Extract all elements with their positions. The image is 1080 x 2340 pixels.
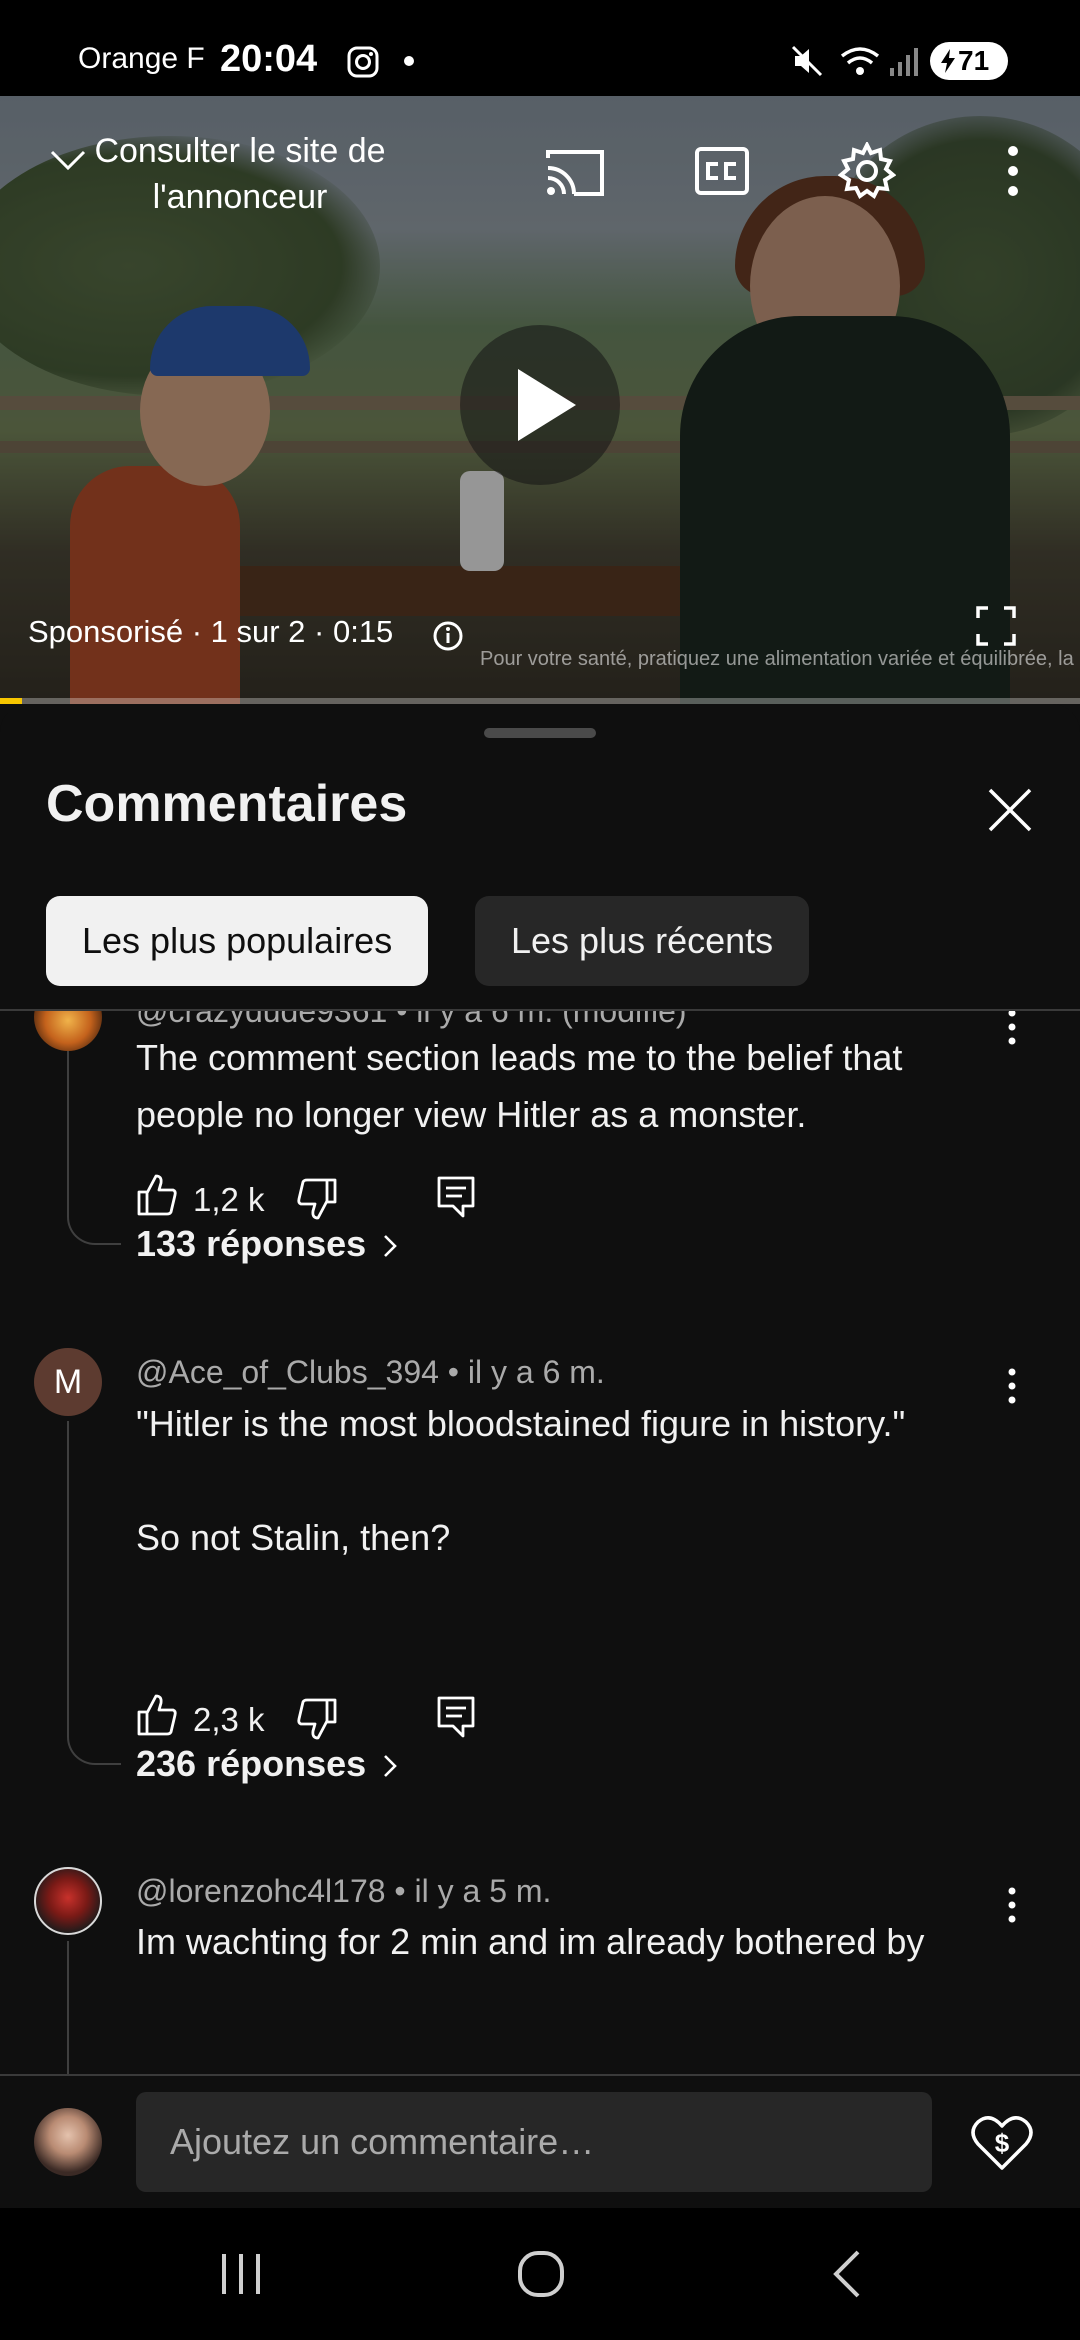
- comment-composer: $: [0, 2074, 1080, 2208]
- play-icon: [518, 369, 576, 441]
- closed-captions-icon[interactable]: [694, 146, 750, 196]
- comment-text: The comment section leads me to the beli…: [136, 1037, 903, 1135]
- chip-most-recent[interactable]: Les plus récents: [475, 896, 810, 986]
- svg-text:$: $: [995, 2128, 1010, 2158]
- user-avatar[interactable]: [34, 2108, 102, 2176]
- battery-icon: 71: [930, 42, 1008, 80]
- comment-actions: 2,3 k: [136, 1693, 536, 1743]
- notification-dot-icon: [404, 56, 414, 66]
- info-icon[interactable]: [432, 620, 464, 652]
- comment-text-line-2: So not Stalin, then?: [136, 1517, 451, 1558]
- advertiser-link[interactable]: Consulter le site de l'annonceur: [70, 128, 410, 220]
- recent-apps-icon[interactable]: [216, 2248, 266, 2300]
- home-icon[interactable]: [516, 2248, 566, 2300]
- comment-meta: @lorenzohc4l178 • il y a 5 m.: [136, 1873, 552, 1909]
- avatar[interactable]: [34, 1867, 102, 1935]
- comment-meta: @Ace_of_Clubs_394 • il y a 6 m.: [136, 1354, 605, 1390]
- charging-bolt-icon: [941, 49, 955, 73]
- avatar[interactable]: [34, 1011, 102, 1051]
- video-progress-fill: [0, 698, 22, 704]
- comment-text: "Hitler is the most bloodstained figure …: [136, 1403, 906, 1444]
- dislike-icon[interactable]: [296, 1697, 338, 1741]
- chevron-right-icon: [384, 1755, 397, 1778]
- signal-icon: [890, 48, 918, 76]
- back-icon[interactable]: [826, 2248, 866, 2300]
- comment-text: Im wachting for 2 min and im already bot…: [136, 1921, 925, 1962]
- panel-title: Commentaires: [46, 775, 408, 833]
- sponsored-label: Sponsorisé · 1 sur 2 · 0:15: [28, 614, 394, 649]
- comments-panel: Commentaires Les plus populaires Les plu…: [0, 704, 1080, 2208]
- clock: 20:04: [220, 38, 318, 80]
- dislike-icon[interactable]: [296, 1177, 338, 1221]
- reply-icon[interactable]: [436, 1695, 476, 1739]
- replies-count: 236 réponses: [136, 1743, 367, 1784]
- like-count: 1,2 k: [193, 1181, 265, 1218]
- like-count: 2,3 k: [193, 1701, 265, 1738]
- view-replies-button[interactable]: 236 réponses: [136, 1743, 400, 1785]
- settings-gear-icon[interactable]: [838, 142, 896, 200]
- mute-icon: [791, 45, 823, 77]
- comment-actions: 1,2 k: [136, 1173, 536, 1223]
- super-thanks-icon[interactable]: $: [970, 2110, 1034, 2174]
- close-icon[interactable]: [980, 780, 1040, 840]
- comment-meta: @crazydude9361 • il y a 6 m. (modifié): [136, 1011, 687, 1029]
- comment-input[interactable]: [136, 2092, 932, 2192]
- carrier-label: Orange F: [78, 42, 205, 75]
- view-replies-button[interactable]: 133 réponses: [136, 1223, 400, 1265]
- instagram-icon: [347, 46, 379, 78]
- chevron-right-icon: [384, 1235, 397, 1258]
- play-button[interactable]: [460, 325, 620, 485]
- system-nav-bar: [0, 2208, 1080, 2340]
- more-options-icon[interactable]: [1004, 144, 1022, 198]
- legal-mention: Pour votre santé, pratiquez une alimenta…: [480, 648, 1080, 670]
- reply-icon[interactable]: [436, 1175, 476, 1219]
- comment-list[interactable]: @crazydude9361 • il y a 6 m. (modifié) T…: [0, 1011, 1080, 2074]
- replies-count: 133 réponses: [136, 1223, 367, 1264]
- like-icon[interactable]: [136, 1693, 178, 1737]
- drag-handle[interactable]: [484, 728, 596, 738]
- cast-icon[interactable]: [544, 148, 606, 198]
- wifi-icon: [840, 47, 880, 75]
- like-icon[interactable]: [136, 1173, 178, 1217]
- fullscreen-icon[interactable]: [976, 606, 1016, 646]
- battery-level: 71: [958, 45, 990, 76]
- avatar[interactable]: M: [34, 1348, 102, 1416]
- chip-most-popular[interactable]: Les plus populaires: [46, 896, 429, 986]
- status-bar: Orange F 20:04 71: [0, 0, 1080, 96]
